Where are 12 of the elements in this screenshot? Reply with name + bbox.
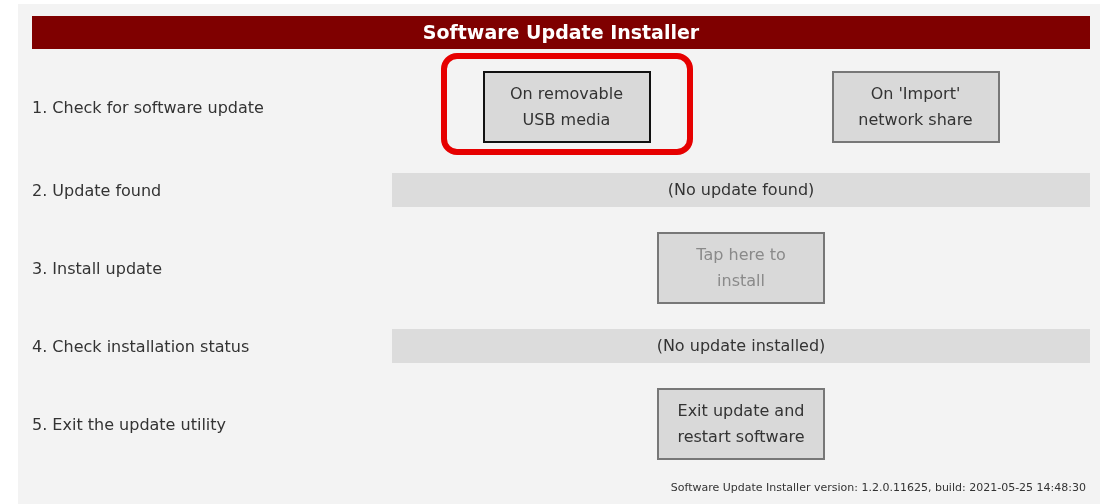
step-label: 3. Install update	[32, 258, 163, 278]
status-field: (No update installed)	[392, 329, 1090, 363]
version-text: Software Update Installer version: 1.2.0.11625, build: 2021-05-25 14:48:30	[669, 481, 1087, 494]
step-label: 4. Check installation status	[32, 336, 251, 356]
action-button[interactable]: On removable USB media	[482, 71, 651, 143]
step-label: 1. Check for software update	[32, 97, 265, 117]
status-field: (No update found)	[392, 173, 1090, 207]
step-label: 2. Update found	[32, 180, 163, 200]
step-label: 5. Exit the update utility	[32, 414, 228, 434]
action-button[interactable]: On 'Import' network share	[831, 71, 1000, 143]
window-title: Software Update Installer	[32, 16, 1090, 49]
action-button[interactable]: Exit update and restart software	[657, 388, 825, 460]
